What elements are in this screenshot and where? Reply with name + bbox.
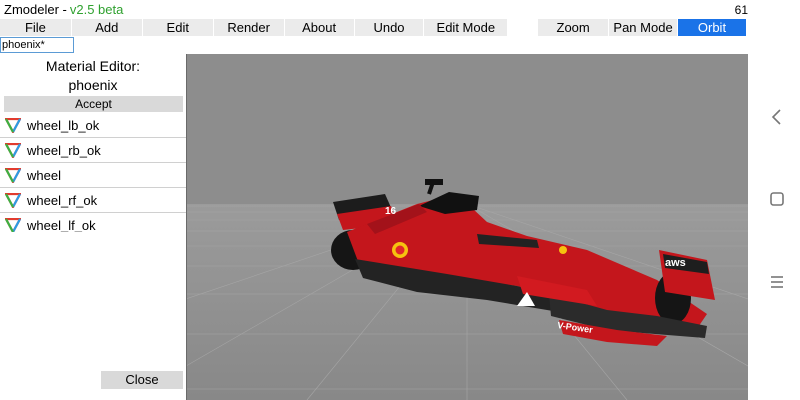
app-name: Zmodeler - bbox=[4, 2, 67, 17]
menu-bar: File Add Edit Render About Undo Edit Mod… bbox=[0, 19, 747, 36]
app-version: v2.5 beta bbox=[69, 2, 124, 17]
edit-menu-button[interactable]: Edit bbox=[142, 19, 213, 36]
pan-mode-button[interactable]: Pan Mode bbox=[609, 19, 678, 36]
triangle-mesh-icon bbox=[5, 143, 21, 158]
aws-logo: aws bbox=[665, 257, 686, 269]
material-editor-panel: Material Editor: phoenix Accept wheel_lb… bbox=[0, 54, 186, 400]
triangle-mesh-icon bbox=[5, 193, 21, 208]
list-item-label: wheel bbox=[27, 168, 61, 183]
list-item-label: wheel_rb_ok bbox=[27, 143, 101, 158]
undo-button[interactable]: Undo bbox=[354, 19, 424, 36]
close-button[interactable]: Close bbox=[101, 371, 183, 389]
triangle-mesh-icon bbox=[5, 118, 21, 133]
list-item[interactable]: wheel_lf_ok bbox=[0, 213, 186, 232]
add-menu-button[interactable]: Add bbox=[71, 19, 142, 36]
3d-viewport[interactable]: aws V-Power 16 bbox=[186, 54, 748, 400]
android-nav-bar bbox=[755, 0, 800, 400]
file-menu-button[interactable]: File bbox=[0, 19, 71, 36]
edit-mode-button[interactable]: Edit Mode bbox=[424, 19, 508, 36]
app-title: Zmodeler - v2.5 beta bbox=[4, 0, 123, 20]
triangle-mesh-icon bbox=[5, 168, 21, 183]
editor-title: Material Editor: bbox=[45, 58, 141, 74]
car-number: 16 bbox=[385, 206, 397, 217]
list-item[interactable]: wheel_rb_ok bbox=[0, 138, 186, 163]
list-item-label: wheel_rf_ok bbox=[27, 193, 98, 208]
render-menu-button[interactable]: Render bbox=[213, 19, 284, 36]
list-item[interactable]: wheel_rf_ok bbox=[0, 188, 186, 213]
object-name-field[interactable]: phoenix* bbox=[0, 37, 74, 53]
home-icon[interactable] bbox=[765, 187, 789, 211]
list-item[interactable]: wheel bbox=[0, 163, 186, 188]
mesh-list[interactable]: wheel_lb_ok wheel_rb_ok wheel wheel_rf_o… bbox=[0, 113, 186, 232]
zoom-button[interactable]: Zoom bbox=[538, 19, 609, 36]
title-bar: Zmodeler - v2.5 beta 61 bbox=[0, 0, 760, 20]
triangle-mesh-icon bbox=[5, 218, 21, 232]
orbit-button[interactable]: Orbit bbox=[678, 19, 746, 36]
accept-button[interactable]: Accept bbox=[4, 96, 183, 112]
list-item[interactable]: wheel_lb_ok bbox=[0, 113, 186, 138]
back-icon[interactable] bbox=[765, 105, 789, 129]
list-item-label: wheel_lf_ok bbox=[27, 218, 96, 232]
scene-render: aws V-Power 16 bbox=[187, 54, 748, 400]
recents-icon[interactable] bbox=[765, 270, 789, 294]
material-name: phoenix bbox=[68, 77, 118, 93]
fps-counter: 61 bbox=[734, 3, 748, 17]
list-item-label: wheel_lb_ok bbox=[27, 118, 100, 133]
about-menu-button[interactable]: About bbox=[284, 19, 354, 36]
